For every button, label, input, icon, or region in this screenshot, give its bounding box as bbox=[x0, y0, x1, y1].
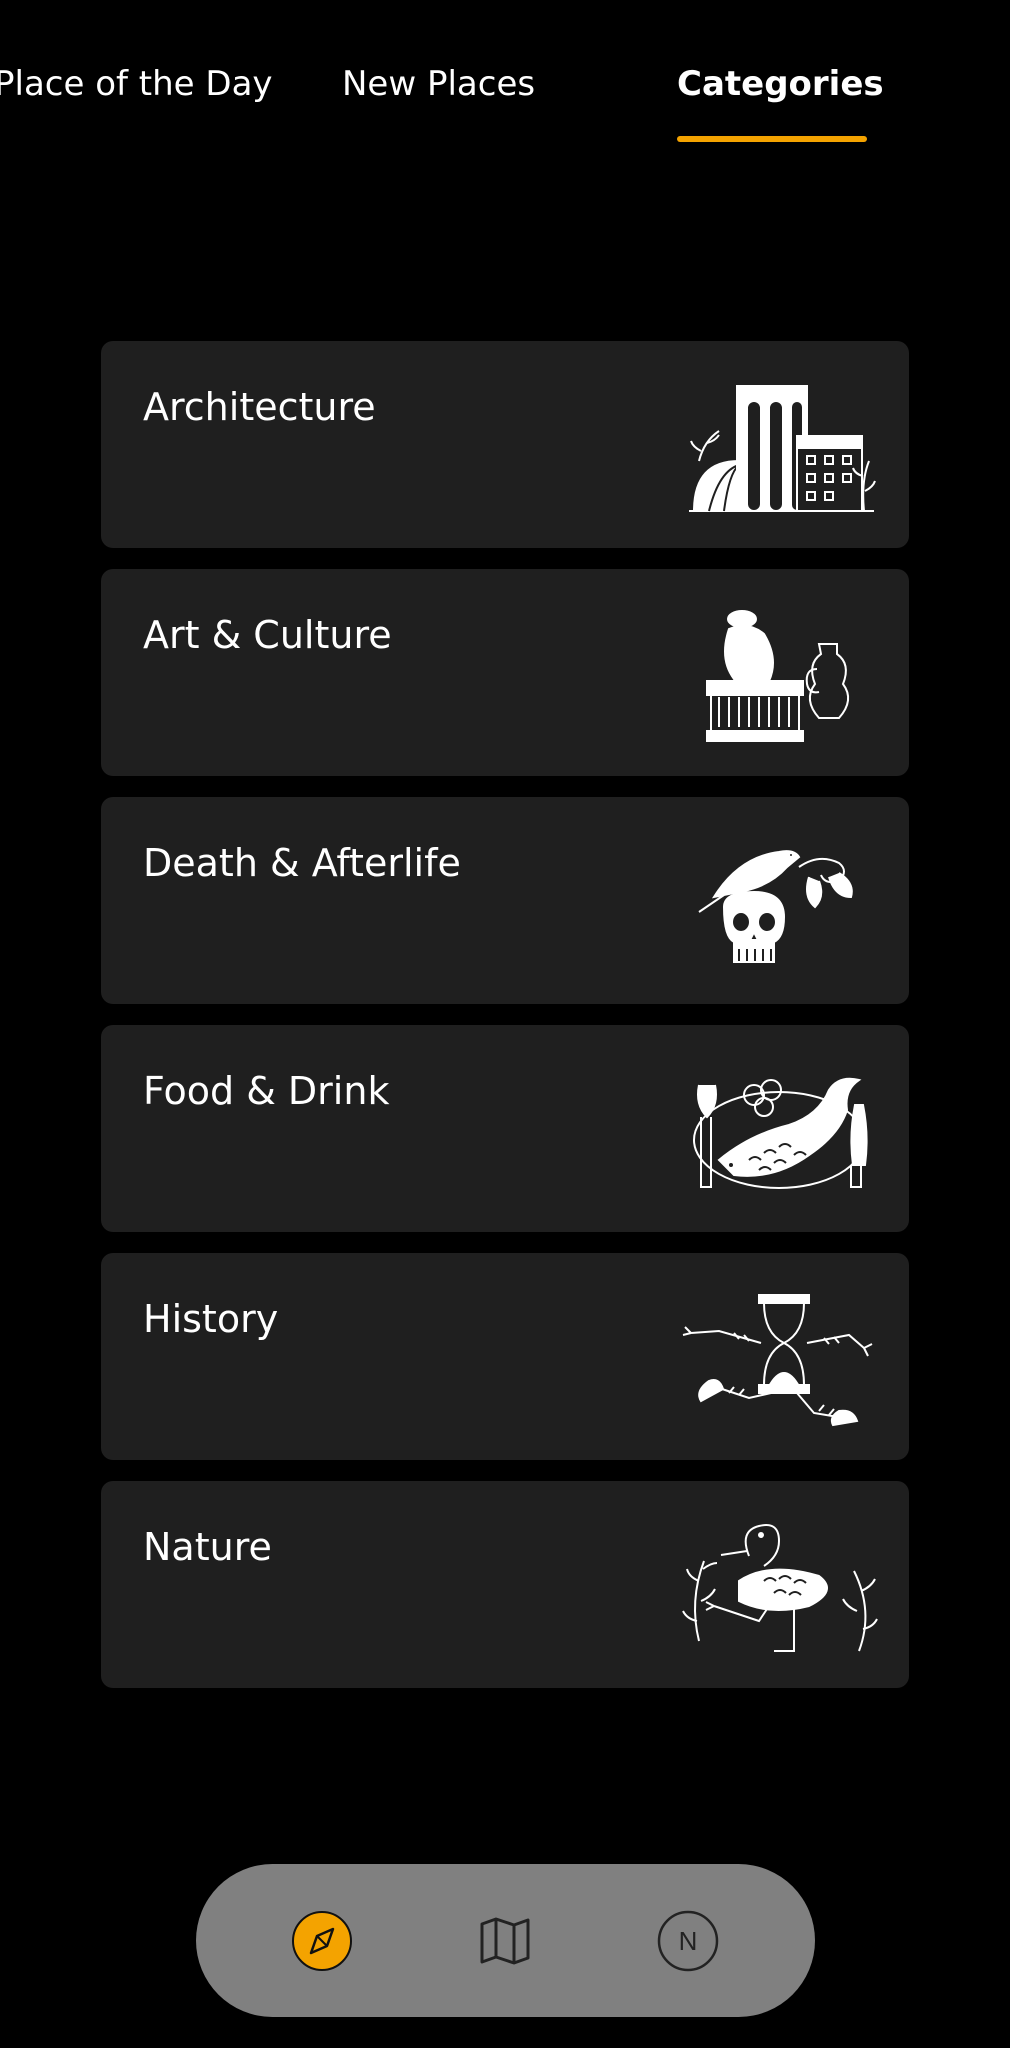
compass-icon[interactable] bbox=[291, 1910, 353, 1972]
category-card-death-afterlife[interactable]: Death & Afterlife bbox=[101, 797, 909, 1004]
tab-place-of-the-day[interactable]: Place of the Day bbox=[0, 64, 273, 104]
top-tab-bar: Place of the Day New Places Categories bbox=[0, 0, 1010, 150]
category-title: Art & Culture bbox=[143, 613, 392, 657]
category-card-architecture[interactable]: Architecture bbox=[101, 341, 909, 548]
category-card-food-drink[interactable]: Food & Drink bbox=[101, 1025, 909, 1232]
category-card-history[interactable]: History bbox=[101, 1253, 909, 1460]
map-icon[interactable] bbox=[474, 1910, 536, 1972]
profile-avatar[interactable]: N bbox=[657, 1910, 719, 1972]
death-afterlife-illustration-icon bbox=[679, 837, 879, 972]
category-card-nature[interactable]: Nature bbox=[101, 1481, 909, 1688]
tab-categories[interactable]: Categories bbox=[677, 64, 884, 104]
active-tab-indicator bbox=[677, 136, 867, 142]
category-title: Nature bbox=[143, 1525, 272, 1569]
architecture-illustration-icon bbox=[679, 381, 879, 516]
category-title: Food & Drink bbox=[143, 1069, 390, 1113]
food-drink-illustration-icon bbox=[679, 1065, 879, 1200]
profile-initial: N bbox=[679, 1926, 698, 1956]
category-title: Architecture bbox=[143, 385, 376, 429]
art-culture-illustration-icon bbox=[679, 609, 879, 744]
category-title: History bbox=[143, 1297, 279, 1341]
tab-new-places[interactable]: New Places bbox=[342, 64, 535, 104]
category-title: Death & Afterlife bbox=[143, 841, 461, 885]
category-card-art-culture[interactable]: Art & Culture bbox=[101, 569, 909, 776]
nature-illustration-icon bbox=[679, 1521, 879, 1656]
bottom-navigation-bar: N bbox=[196, 1864, 815, 2017]
history-illustration-icon bbox=[679, 1293, 879, 1428]
